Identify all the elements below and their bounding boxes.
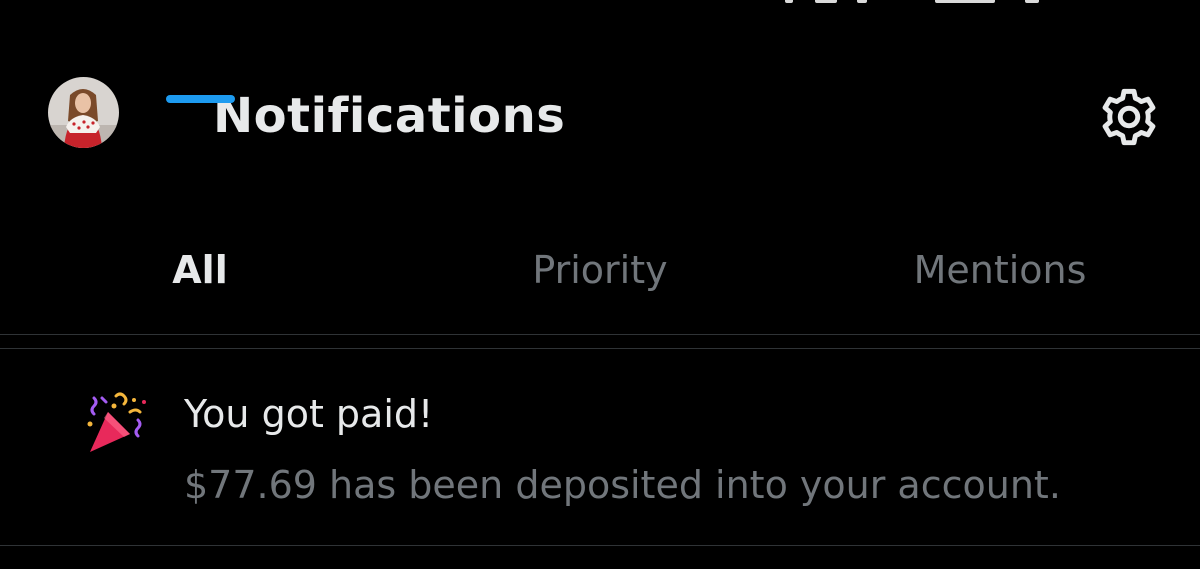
settings-button[interactable]: [1094, 82, 1164, 152]
notification-divider: [0, 545, 1200, 546]
notification-item[interactable]: [0, 350, 1200, 545]
page-title: Notifications: [213, 88, 566, 144]
gear-icon: [1102, 88, 1156, 146]
profile-avatar[interactable]: [48, 77, 119, 148]
tab-all[interactable]: All: [0, 230, 400, 334]
tab-label: All: [172, 248, 228, 292]
active-tab-indicator: [166, 95, 235, 103]
tab-priority[interactable]: Priority: [400, 230, 800, 334]
tab-label: Priority: [532, 248, 668, 292]
tabs-divider: [0, 334, 1200, 335]
party-popper-icon: [84, 390, 154, 455]
notification-tabs: All Priority Mentions: [0, 230, 1200, 334]
top-app-bar: Notifications: [0, 0, 1200, 230]
list-top-divider: [0, 348, 1200, 349]
tab-label: Mentions: [913, 248, 1087, 292]
notification-title: You got paid!: [184, 392, 434, 436]
tab-mentions[interactable]: Mentions: [800, 230, 1200, 334]
notification-body: $77.69 has been deposited into your acco…: [184, 463, 1061, 507]
avatar-image: [48, 77, 119, 148]
